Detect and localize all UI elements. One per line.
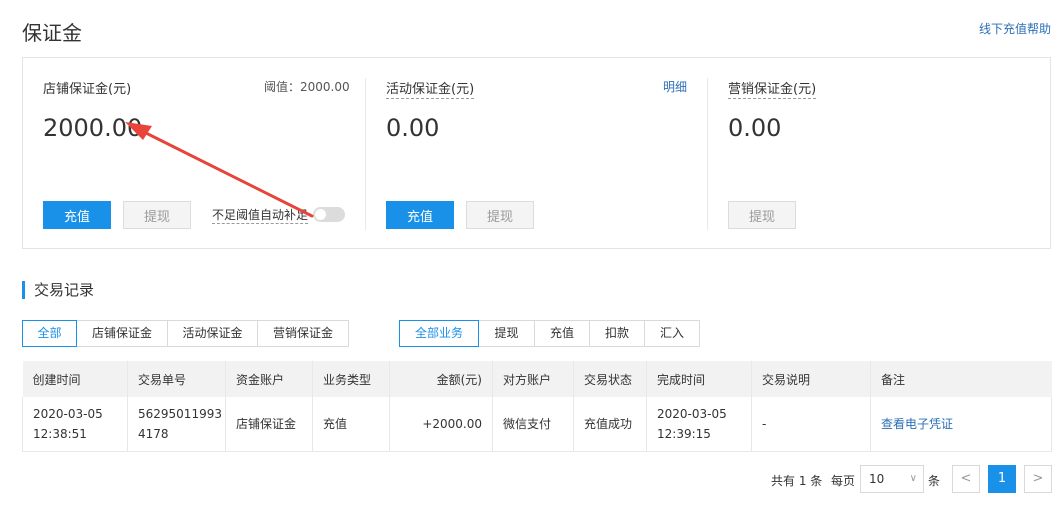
cell-order-number: 562950119934178	[127, 397, 226, 452]
column-header: 完成时间	[646, 361, 752, 397]
marketing-withdraw-button[interactable]: 提现	[728, 201, 796, 229]
column-header: 交易单号	[127, 361, 226, 397]
column-header: 业务类型	[312, 361, 390, 397]
store-deposit-amount: 2000.00	[43, 114, 143, 142]
tab-account-marketing[interactable]: 营销保证金	[257, 320, 349, 347]
transactions-table: 创建时间 交易单号 资金账户 业务类型 金额(元) 对方账户 交易状态 完成时间…	[22, 361, 1052, 452]
chevron-left-icon: <	[960, 471, 972, 486]
pager-per-page-label: 每页	[831, 474, 856, 488]
type-filter-tabs: 全部业务 提现 充值 扣款 汇入	[399, 320, 700, 347]
marketing-deposit-amount: 0.00	[728, 114, 782, 142]
offline-recharge-help-link[interactable]: 线下充值帮助	[979, 20, 1051, 37]
column-header: 交易状态	[573, 361, 647, 397]
column-header: 资金账户	[225, 361, 313, 397]
activity-detail-link[interactable]: 明细	[663, 78, 687, 95]
activity-deposit-amount: 0.00	[386, 114, 440, 142]
store-withdraw-button[interactable]: 提现	[123, 201, 191, 229]
tab-type-recharge[interactable]: 充值	[534, 320, 590, 347]
account-filter-tabs: 全部 店铺保证金 活动保证金 营销保证金	[22, 320, 349, 347]
cell-completed-time: 2020-03-05 12:39:15	[646, 397, 752, 452]
column-header: 对方账户	[492, 361, 574, 397]
page-title: 保证金	[22, 21, 82, 45]
view-e-voucher-link[interactable]: 查看电子凭证	[870, 397, 1052, 452]
next-page-button[interactable]: >	[1024, 465, 1052, 493]
cell-business-type: 充值	[312, 397, 390, 452]
pager-unit: 条	[928, 474, 941, 488]
page-size-value: 10	[869, 472, 885, 486]
page-size-select[interactable]: 10 ∨	[860, 465, 924, 493]
activity-withdraw-button[interactable]: 提现	[466, 201, 534, 229]
activity-recharge-button[interactable]: 充值	[386, 201, 454, 229]
table-row: 2020-03-05 12:38:51 562950119934178 店铺保证…	[22, 397, 1052, 452]
cell-description: -	[751, 397, 871, 452]
column-header: 金额(元)	[389, 361, 493, 397]
store-deposit-card: 店铺保证金(元) 阈值：2000.00 2000.00 充值 提现 不足阈值自动…	[23, 58, 365, 248]
page-button-current[interactable]: 1	[988, 465, 1016, 493]
tab-type-deduct[interactable]: 扣款	[589, 320, 645, 347]
marketing-deposit-card: 营销保证金(元) 0.00 提现	[707, 58, 1050, 248]
store-deposit-label: 店铺保证金(元)	[43, 82, 132, 97]
records-section-title: 交易记录	[22, 281, 94, 299]
tab-account-activity[interactable]: 活动保证金	[167, 320, 258, 347]
cell-created-time: 2020-03-05 12:38:51	[22, 397, 128, 452]
table-header-row: 创建时间 交易单号 资金账户 业务类型 金额(元) 对方账户 交易状态 完成时间…	[22, 361, 1052, 397]
tab-type-transfer-in[interactable]: 汇入	[644, 320, 700, 347]
column-header: 备注	[870, 361, 1052, 397]
activity-deposit-label: 活动保证金(元)	[386, 78, 475, 99]
auto-topup-toggle[interactable]	[313, 207, 345, 222]
cell-counterparty: 微信支付	[492, 397, 574, 452]
cell-account: 店铺保证金	[225, 397, 313, 452]
chevron-down-icon: ∨	[909, 473, 917, 484]
column-header: 交易说明	[751, 361, 871, 397]
marketing-deposit-label: 营销保证金(元)	[728, 78, 817, 99]
cell-status: 充值成功	[573, 397, 647, 452]
activity-deposit-card: 活动保证金(元) 明细 0.00 充值 提现	[365, 58, 707, 248]
chevron-right-icon: >	[1032, 471, 1044, 486]
pager-total: 共有 1 条	[771, 474, 823, 488]
deposit-panel: 店铺保证金(元) 阈值：2000.00 2000.00 充值 提现 不足阈值自动…	[22, 57, 1051, 249]
threshold-text: 阈值：2000.00	[264, 80, 350, 94]
toggle-knob	[315, 209, 326, 220]
column-header: 创建时间	[22, 361, 128, 397]
auto-topup-label: 不足阈值自动补足	[212, 208, 309, 224]
tab-account-store[interactable]: 店铺保证金	[76, 320, 168, 347]
store-recharge-button[interactable]: 充值	[43, 201, 111, 229]
tab-type-all[interactable]: 全部业务	[399, 320, 479, 347]
tab-type-withdraw[interactable]: 提现	[478, 320, 535, 347]
cell-amount: +2000.00	[389, 397, 493, 452]
tab-account-all[interactable]: 全部	[22, 320, 77, 347]
prev-page-button[interactable]: <	[952, 465, 980, 493]
